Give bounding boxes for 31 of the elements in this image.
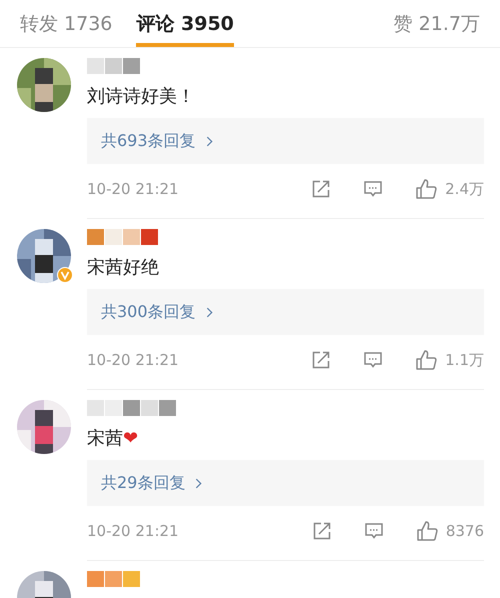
share-icon[interactable]: [311, 350, 332, 370]
comment-text: 宋茜: [87, 427, 123, 450]
share-icon[interactable]: [312, 521, 332, 541]
likes-tab[interactable]: 赞 21.7万: [394, 0, 480, 47]
chevron-icon: [206, 306, 213, 318]
replies-link[interactable]: 共29条回复: [87, 460, 484, 506]
thumbs-up-icon: [415, 349, 438, 371]
thumbs-up-icon: [415, 178, 438, 200]
share-icon[interactable]: [311, 179, 332, 199]
like-button[interactable]: 2.4万: [415, 178, 484, 200]
thumbs-up-icon: [416, 520, 438, 542]
comment-text: 宋茜好绝: [87, 256, 159, 279]
comment-icon[interactable]: [363, 350, 384, 370]
tab[interactable]: 评论 3950: [136, 0, 234, 47]
tab[interactable]: 转发 1736: [20, 0, 112, 47]
chevron-icon: [206, 136, 213, 146]
comment-time: 10-20 21:21: [87, 351, 179, 369]
blurred-name-drawing: [87, 571, 141, 587]
blurred-name-drawing: [87, 229, 159, 245]
comment-time: 10-20 21:21: [87, 180, 179, 198]
comment-text: 刘诗诗好美！: [87, 85, 195, 108]
comment-icon[interactable]: [364, 521, 384, 541]
chevron-icon: [195, 478, 202, 488]
comment-time: 10-20 21:21: [87, 522, 179, 540]
comment-icon[interactable]: [363, 179, 384, 199]
replies-link[interactable]: 共300条回复: [87, 289, 484, 335]
heart-emoji: ❤: [123, 428, 138, 448]
like-button[interactable]: 8376: [416, 520, 484, 542]
like-button[interactable]: 1.1万: [415, 349, 484, 371]
replies-link[interactable]: 共693条回复: [87, 118, 484, 164]
blurred-name-drawing: [87, 58, 141, 74]
